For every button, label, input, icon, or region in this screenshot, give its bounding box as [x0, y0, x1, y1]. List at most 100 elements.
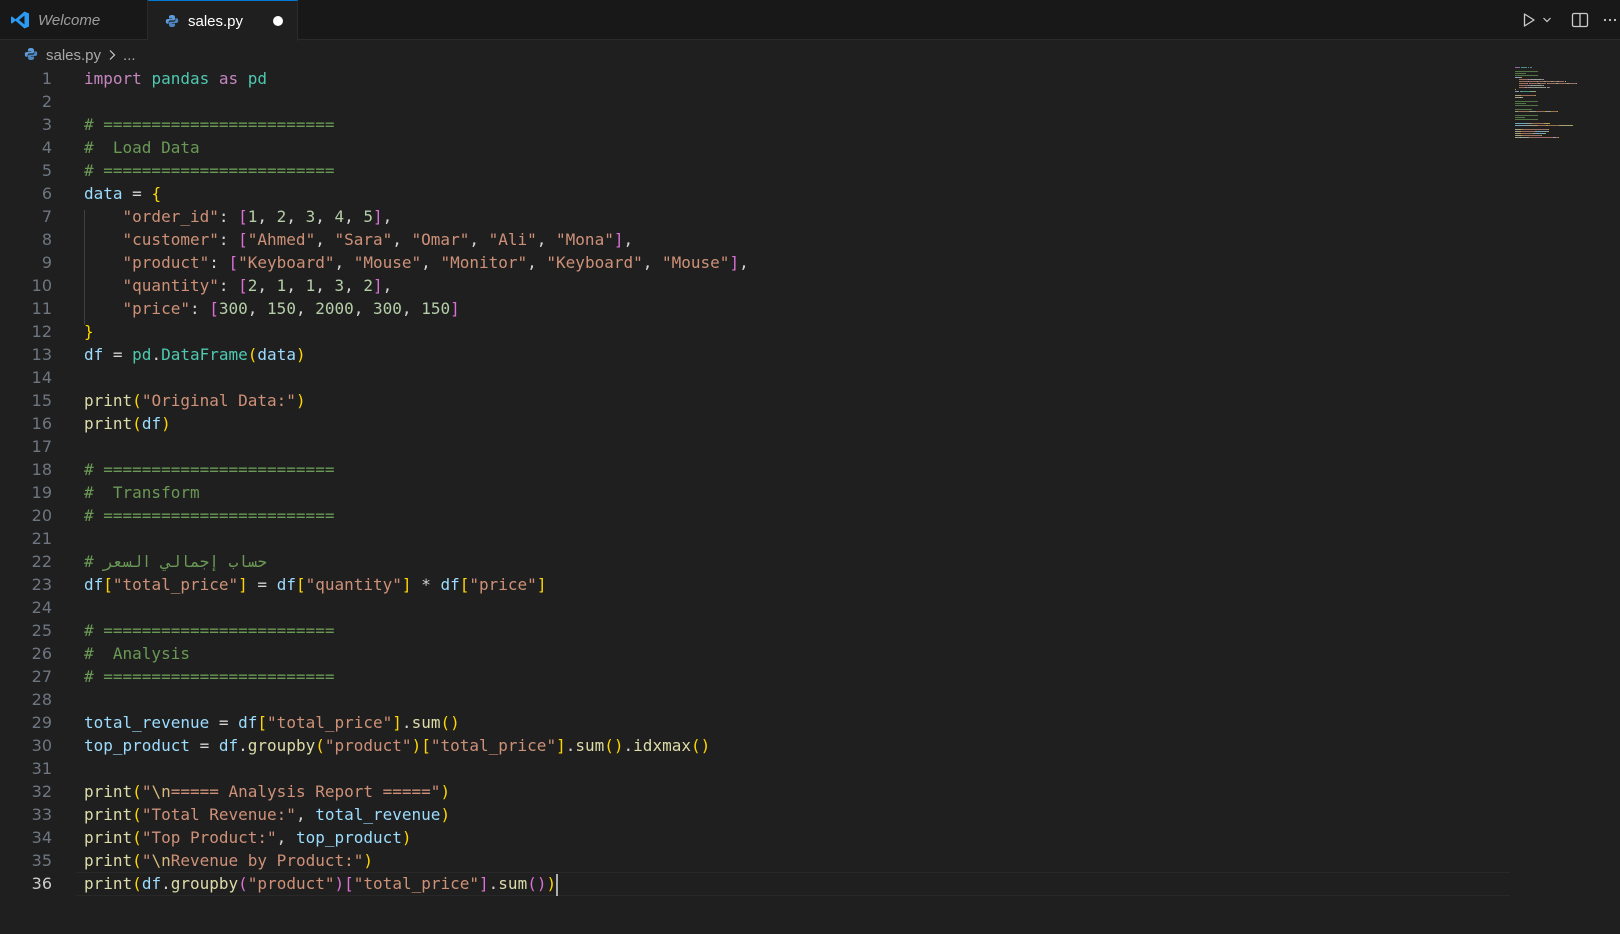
- line-number: 31: [31, 759, 52, 778]
- code-line[interactable]: 24: [0, 596, 1510, 620]
- code-line[interactable]: 23 df["total_price"] = df["quantity"] * d…: [0, 573, 1510, 597]
- code-line[interactable]: 3 # ========================: [0, 113, 1510, 137]
- code-line[interactable]: 19 # Transform: [0, 481, 1510, 505]
- code-line[interactable]: 10 "quantity": [2, 1, 1, 3, 2],: [0, 274, 1510, 298]
- code-text: # Transform: [84, 483, 200, 502]
- code-line[interactable]: 30 top_product = df.groupby("product")["t…: [0, 734, 1510, 758]
- minimap-token: [1534, 91, 1536, 92]
- code-line[interactable]: 36 print(df.groupby("product")["total_pri…: [0, 872, 1510, 896]
- tab-label: sales.py: [188, 12, 244, 30]
- code-line[interactable]: 33 print("Total Revenue:", total_revenue): [0, 803, 1510, 827]
- line-number: 14: [31, 368, 52, 387]
- line-number: 18: [31, 460, 52, 479]
- code-line[interactable]: 27 # ========================: [0, 665, 1510, 689]
- code-line[interactable]: 31: [0, 757, 1510, 781]
- code-text: "quantity": [2, 1, 1, 3, 2],: [122, 276, 393, 295]
- line-number: 34: [31, 828, 52, 847]
- line-number: 16: [31, 414, 52, 433]
- minimap-token: [1515, 89, 1516, 90]
- minimap-token: [1542, 85, 1544, 86]
- code-line[interactable]: 16 print(df): [0, 412, 1510, 436]
- python-file-icon: [164, 11, 180, 31]
- line-number: 23: [31, 575, 52, 594]
- minimap-token: [1542, 79, 1544, 80]
- code-line[interactable]: 22 # حساب إجمالي السعر: [0, 550, 1510, 574]
- code-line[interactable]: 2: [0, 90, 1510, 114]
- breadcrumb: sales.py ...: [0, 40, 1620, 70]
- minimap-token: [1523, 129, 1549, 130]
- code-line[interactable]: 21: [0, 527, 1510, 551]
- minimap-token: [1547, 125, 1560, 126]
- minimap-token: [1518, 81, 1528, 82]
- code-line[interactable]: 29 total_revenue = df["total_price"].sum(…: [0, 711, 1510, 735]
- line-number: 8: [41, 230, 52, 249]
- text-cursor: [556, 873, 559, 896]
- code-line[interactable]: 32 print("\n===== Analysis Report ====="): [0, 780, 1510, 804]
- minimap-token: [1515, 71, 1539, 72]
- unsaved-changes-dot-icon[interactable]: [273, 16, 283, 26]
- line-number: 13: [31, 345, 52, 364]
- code-text: # ========================: [84, 621, 335, 640]
- minimap-token: [1558, 137, 1560, 138]
- minimap-token: [1541, 135, 1542, 136]
- line-number: 33: [31, 805, 52, 824]
- code-text: print(df.groupby("product")["total_price…: [84, 872, 559, 896]
- code-line[interactable]: 12}: [0, 320, 1510, 344]
- minimap-token: [1515, 103, 1526, 104]
- minimap-token: [1522, 91, 1531, 92]
- code-line[interactable]: 13 df = pd.DataFrame(data): [0, 343, 1510, 367]
- minimap-token: [1544, 133, 1546, 134]
- line-number: 32: [31, 782, 52, 801]
- code-line[interactable]: 28: [0, 688, 1510, 712]
- minimap-token: [1520, 131, 1535, 132]
- code-line[interactable]: 11 "price": [300, 150, 2000, 300, 150]: [0, 297, 1510, 321]
- line-number: 10: [31, 276, 52, 295]
- code-text: print("\nRevenue by Product:"): [84, 851, 374, 870]
- line-number: 3: [41, 115, 52, 134]
- breadcrumb-file[interactable]: sales.py: [46, 47, 101, 64]
- code-line[interactable]: 14: [0, 366, 1510, 390]
- run-python-file-icon[interactable]: [1518, 8, 1540, 32]
- code-line[interactable]: 9 "product": ["Keyboard", "Mouse", "Moni…: [0, 251, 1510, 275]
- code-line[interactable]: 6 data = {: [0, 182, 1510, 206]
- code-line[interactable]: 20 # ========================: [0, 504, 1510, 528]
- code-text: # ========================: [84, 161, 335, 180]
- code-line[interactable]: 1 import pandas as pd: [0, 67, 1510, 91]
- minimap-token: [1529, 83, 1539, 84]
- code-line[interactable]: 5 # ========================: [0, 159, 1510, 183]
- minimap-token: [1558, 83, 1568, 84]
- breadcrumb-symbols[interactable]: ...: [123, 47, 136, 64]
- code-line[interactable]: 8 "customer": ["Ahmed", "Sara", "Omar", …: [0, 228, 1510, 252]
- line-number: 24: [31, 598, 52, 617]
- minimap-token: [1518, 83, 1527, 84]
- minimap-token: [1515, 105, 1539, 106]
- code-line[interactable]: 18 # ========================: [0, 458, 1510, 482]
- code-editor[interactable]: 1 import pandas as pd 2 3 # ================…: [0, 67, 1510, 934]
- code-line[interactable]: 15 print("Original Data:"): [0, 389, 1510, 413]
- minimap-token: [1515, 123, 1527, 124]
- chevron-down-icon[interactable]: [1540, 8, 1554, 32]
- minimap-token: [1548, 123, 1551, 124]
- code-line[interactable]: 26 # Analysis: [0, 642, 1510, 666]
- code-text: total_revenue = df["total_price"].sum(): [84, 713, 460, 732]
- minimap-token: [1518, 79, 1528, 80]
- minimap-token: [1576, 83, 1578, 84]
- code-line[interactable]: 25 # ========================: [0, 619, 1510, 643]
- tab-welcome[interactable]: Welcome: [0, 0, 148, 40]
- minimap-token: [1515, 115, 1539, 116]
- code-text: df = pd.DataFrame(data): [84, 345, 306, 364]
- more-actions-icon[interactable]: [1602, 8, 1618, 32]
- vscode-logo-icon: [10, 10, 30, 30]
- minimap-token: [1537, 125, 1546, 126]
- code-line[interactable]: 4 # Load Data: [0, 136, 1510, 160]
- minimap-token: [1521, 77, 1523, 78]
- tab-sales-py[interactable]: sales.py: [148, 0, 298, 41]
- code-line[interactable]: 35 print("\nRevenue by Product:"): [0, 849, 1510, 873]
- code-line[interactable]: 17: [0, 435, 1510, 459]
- code-line[interactable]: 34 print("Top Product:", top_product): [0, 826, 1510, 850]
- code-text: # ========================: [84, 667, 335, 686]
- minimap-token: [1557, 111, 1559, 112]
- split-editor-icon[interactable]: [1568, 8, 1592, 32]
- code-line[interactable]: 7 "order_id": [1, 2, 3, 4, 5],: [0, 205, 1510, 229]
- minimap[interactable]: [1515, 67, 1595, 142]
